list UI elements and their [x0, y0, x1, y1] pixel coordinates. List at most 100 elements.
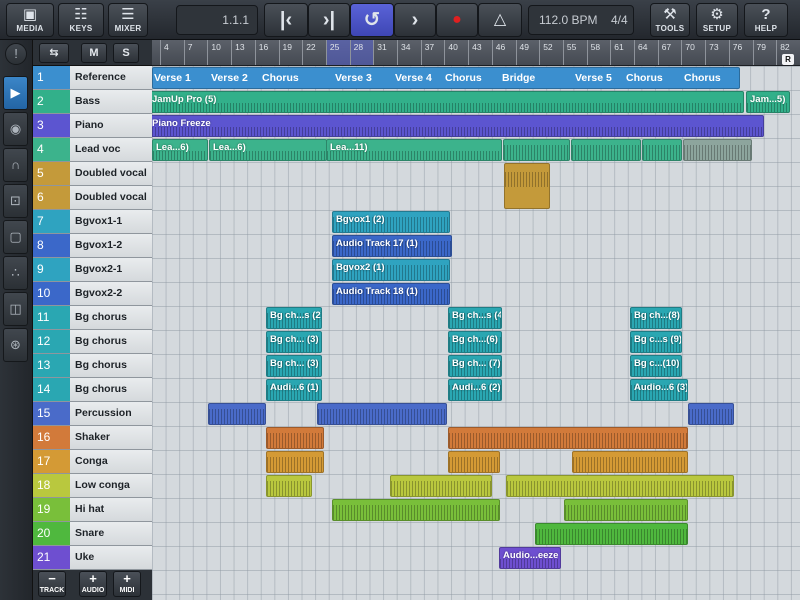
bg-chorus-clip[interactable]: Audi...6 (1) — [266, 379, 322, 401]
track-row[interactable]: 5 Doubled vocal — [33, 162, 152, 186]
metronome-button[interactable]: △ — [478, 3, 522, 37]
hi-hat-clip[interactable] — [564, 499, 688, 521]
track-row[interactable]: 18 Low conga — [33, 474, 152, 498]
tools-button[interactable]: ⚒ TOOLS — [650, 3, 690, 37]
remove-track-button[interactable]: − TRACK — [38, 571, 66, 597]
track-name[interactable]: Bg chorus — [70, 378, 152, 401]
track-row[interactable]: 9 Bgvox2-1 — [33, 258, 152, 282]
automation-button[interactable]: ∩ — [3, 148, 28, 182]
track-row[interactable]: 15 Percussion — [33, 402, 152, 426]
info-button[interactable]: ! — [5, 43, 27, 65]
track-name[interactable]: Low conga — [70, 474, 152, 497]
conga-clip[interactable] — [266, 451, 324, 473]
lead-voc-clip[interactable]: Lea...11) — [326, 139, 502, 161]
keys-button[interactable]: ☷ KEYS — [58, 3, 104, 37]
forward-to-end-button[interactable]: ›| — [308, 3, 350, 37]
track-name[interactable]: Lead voc — [70, 138, 152, 161]
arrange-view-button[interactable]: ▶ — [3, 76, 28, 110]
tempo-display[interactable]: 112.0 BPM 4/4 — [528, 5, 634, 35]
bg-chorus-clip[interactable]: Bg ch...s (2) — [266, 307, 322, 329]
track-name[interactable]: Bgvox1-2 — [70, 234, 152, 257]
bg-chorus-clip[interactable]: Bg ch... (7) — [448, 355, 502, 377]
lead-voc-clip[interactable]: Lea...6) — [209, 139, 327, 161]
lead-voc-clip[interactable]: Lea...6) — [152, 139, 208, 161]
bg-chorus-clip[interactable]: Bg ch... (3) — [266, 355, 322, 377]
mixer-button[interactable]: ☰ MIXER — [108, 3, 148, 37]
track-row[interactable]: 4 Lead voc — [33, 138, 152, 162]
rewind-button[interactable]: |‹ — [264, 3, 308, 37]
shaker-clip[interactable] — [448, 427, 688, 449]
track-row[interactable]: 13 Bg chorus — [33, 354, 152, 378]
play-button[interactable]: › — [394, 3, 436, 37]
track-row[interactable]: 2 Bass — [33, 90, 152, 114]
bass-clip[interactable]: Jam...5) — [746, 91, 790, 113]
record-button[interactable]: ● — [436, 3, 478, 37]
loop-end-marker[interactable]: R — [782, 54, 794, 65]
track-row[interactable]: 14 Bg chorus — [33, 378, 152, 402]
track-name[interactable]: Bgvox2-2 — [70, 282, 152, 305]
track-name[interactable]: Piano — [70, 114, 152, 137]
lead-voc-clip[interactable] — [503, 139, 570, 161]
bgvox-clip[interactable]: Bgvox2 (1) — [332, 259, 450, 281]
insert-fx-button[interactable]: ⊡ — [3, 184, 28, 218]
track-name[interactable]: Doubled vocal — [70, 162, 152, 185]
shaker-clip[interactable] — [266, 427, 324, 449]
track-name[interactable]: Bg chorus — [70, 330, 152, 353]
track-name[interactable]: Bass — [70, 90, 152, 113]
position-display[interactable]: 1.1.1 — [176, 5, 258, 35]
timeline-ruler[interactable]: 4 7 10 13 16 19 22 25 28 31 34 37 40 43 46 49 52 55 58 61 64… — [152, 40, 800, 66]
track-name[interactable]: Percussion — [70, 402, 152, 425]
track-row[interactable]: 8 Bgvox1-2 — [33, 234, 152, 258]
solo-all-button[interactable]: S — [113, 43, 139, 63]
bg-chorus-clip[interactable]: Bg c...s (9) — [630, 331, 682, 353]
track-name[interactable]: Bg chorus — [70, 354, 152, 377]
doubled-vocal-clip[interactable] — [504, 163, 550, 209]
hi-hat-clip[interactable] — [332, 499, 500, 521]
track-name[interactable]: Conga — [70, 450, 152, 473]
percussion-clip[interactable] — [317, 403, 447, 425]
setup-button[interactable]: ⚙ SETUP — [696, 3, 738, 37]
inspector-button[interactable]: ◫ — [3, 292, 28, 326]
track-row[interactable]: 21 Uke — [33, 546, 152, 570]
uke-clip[interactable]: Audio...eeze — [499, 547, 561, 569]
low-conga-clip[interactable] — [506, 475, 734, 497]
track-row[interactable]: 10 Bgvox2-2 — [33, 282, 152, 306]
bg-chorus-clip[interactable]: Audi...6 (2) — [448, 379, 502, 401]
bg-chorus-clip[interactable]: Bg ch...(8) — [630, 307, 682, 329]
audio-track-clip[interactable]: Audio Track 18 (1) — [332, 283, 450, 305]
edit-view-button[interactable]: ◉ — [3, 112, 28, 146]
track-row[interactable]: 3 Piano — [33, 114, 152, 138]
bgvox-clip[interactable]: Bgvox1 (2) — [332, 211, 450, 233]
track-row[interactable]: 6 Doubled vocal — [33, 186, 152, 210]
track-row[interactable]: 12 Bg chorus — [33, 330, 152, 354]
lead-voc-clip[interactable] — [642, 139, 682, 161]
track-name[interactable]: Shaker — [70, 426, 152, 449]
help-button[interactable]: ? HELP — [744, 3, 788, 37]
track-row[interactable]: 20 Snare — [33, 522, 152, 546]
media-button[interactable]: ▣ MEDIA — [6, 3, 54, 37]
track-name[interactable]: Doubled vocal — [70, 186, 152, 209]
add-midi-track-button[interactable]: + MIDI — [113, 571, 141, 597]
track-row[interactable]: 7 Bgvox1-1 — [33, 210, 152, 234]
track-row[interactable]: 16 Shaker — [33, 426, 152, 450]
arrange-grid[interactable]: Verse 1 Verse 2 Chorus Verse 3 Verse 4 C… — [152, 66, 800, 600]
bass-clip[interactable]: JamUp Pro (5) — [152, 91, 744, 113]
piano-clip[interactable]: Piano Freeze — [152, 115, 764, 137]
track-name[interactable]: Bg chorus — [70, 306, 152, 329]
audio-track-clip[interactable]: Audio Track 17 (1) — [332, 235, 452, 257]
snare-clip[interactable] — [535, 523, 688, 545]
track-name[interactable]: Bgvox2-1 — [70, 258, 152, 281]
lead-voc-clip[interactable] — [571, 139, 641, 161]
track-row[interactable]: 19 Hi hat — [33, 498, 152, 522]
track-row[interactable]: 11 Bg chorus — [33, 306, 152, 330]
track-name[interactable]: Reference — [70, 66, 152, 89]
conga-clip[interactable] — [572, 451, 688, 473]
low-conga-clip[interactable] — [266, 475, 312, 497]
track-name[interactable]: Hi hat — [70, 498, 152, 521]
percussion-clip[interactable] — [688, 403, 734, 425]
low-conga-clip[interactable] — [390, 475, 492, 497]
channel-button[interactable]: ▢ — [3, 220, 28, 254]
bg-chorus-clip[interactable]: Bg c...(10) — [630, 355, 682, 377]
track-name[interactable]: Snare — [70, 522, 152, 545]
percussion-clip[interactable] — [208, 403, 266, 425]
